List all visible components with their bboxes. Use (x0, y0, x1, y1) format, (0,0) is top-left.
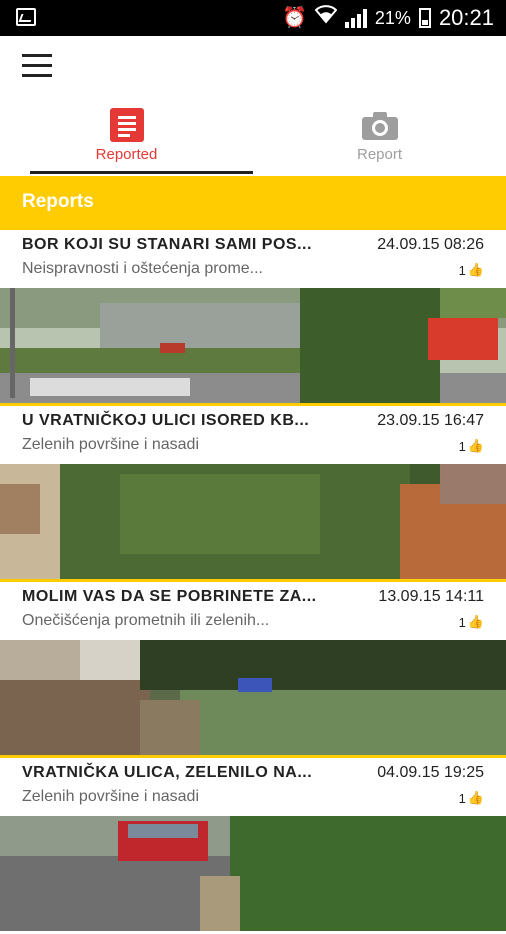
app-bar (0, 36, 506, 98)
thumbs-up-icon: 👍 (467, 614, 484, 629)
like-count[interactable]: 1 👍 (459, 790, 484, 806)
like-count-value: 1 (458, 262, 466, 278)
report-photo (0, 816, 506, 931)
signal-icon (344, 8, 367, 28)
tab-bar: Reported Report (0, 98, 506, 176)
reports-header: Reports (0, 176, 506, 230)
thumbs-up-icon: 👍 (467, 790, 484, 805)
report-photo (0, 288, 506, 403)
report-category: Zelenih površine i nasadi (22, 788, 199, 805)
status-bar: ⏰ 21% 20:21 (0, 0, 506, 36)
report-item[interactable]: BOR KOJI SU STANARI SAMI POS... 24.09.15… (0, 230, 506, 406)
alarm-icon: ⏰ (282, 7, 307, 29)
menu-icon[interactable] (22, 54, 52, 78)
clock: 20:21 (438, 5, 494, 30)
like-count-value: 1 (458, 614, 466, 630)
battery-icon (418, 8, 431, 28)
like-count[interactable]: 1 👍 (459, 614, 484, 630)
report-title: VRATNIČKA ULICA, ZELENILO NA... (22, 764, 313, 781)
report-date: 13.09.15 14:11 (378, 588, 484, 605)
list-icon (109, 108, 144, 147)
report-list: BOR KOJI SU STANARI SAMI POS... 24.09.15… (0, 230, 506, 934)
gallery-notification-icon (16, 8, 36, 26)
tab-reported-label: Reported (95, 146, 158, 163)
like-count-value: 1 (458, 438, 466, 454)
report-item[interactable]: VRATNIČKA ULICA, ZELENILO NA... 04.09.15… (0, 758, 506, 934)
report-title: U VRATNIČKOJ ULICI ISORED KB... (22, 412, 310, 429)
section-title: Reports (22, 191, 94, 212)
report-date: 23.09.15 16:47 (377, 412, 484, 429)
report-title: BOR KOJI SU STANARI SAMI POS... (22, 236, 312, 253)
report-category: Neispravnosti i oštećenja prome... (22, 260, 263, 277)
wifi-icon (314, 0, 338, 36)
tab-report-label: Report (356, 146, 403, 163)
report-category: Onečišćenja prometnih ili zelenih... (22, 612, 270, 629)
tab-reported[interactable]: Reported (0, 98, 253, 176)
report-item[interactable]: U VRATNIČKOJ ULICI ISORED KB... 23.09.15… (0, 406, 506, 582)
thumbs-up-icon: 👍 (467, 262, 484, 277)
like-count[interactable]: 1 👍 (459, 438, 484, 454)
report-photo (0, 640, 506, 755)
battery-percent: 21% (374, 7, 411, 28)
report-date: 24.09.15 08:26 (377, 236, 484, 253)
like-count-value: 1 (458, 790, 466, 806)
report-category: Zelenih površine i nasadi (22, 436, 199, 453)
report-date: 04.09.15 19:25 (377, 764, 484, 781)
report-photo (0, 464, 506, 579)
like-count[interactable]: 1 👍 (459, 262, 484, 278)
report-title: MOLIM VAS DA SE POBRINETE ZA... (22, 588, 317, 605)
tab-report[interactable]: Report (253, 98, 506, 176)
camera-icon (361, 112, 398, 145)
report-item[interactable]: MOLIM VAS DA SE POBRINETE ZA... 13.09.15… (0, 582, 506, 758)
thumbs-up-icon: 👍 (467, 438, 484, 453)
